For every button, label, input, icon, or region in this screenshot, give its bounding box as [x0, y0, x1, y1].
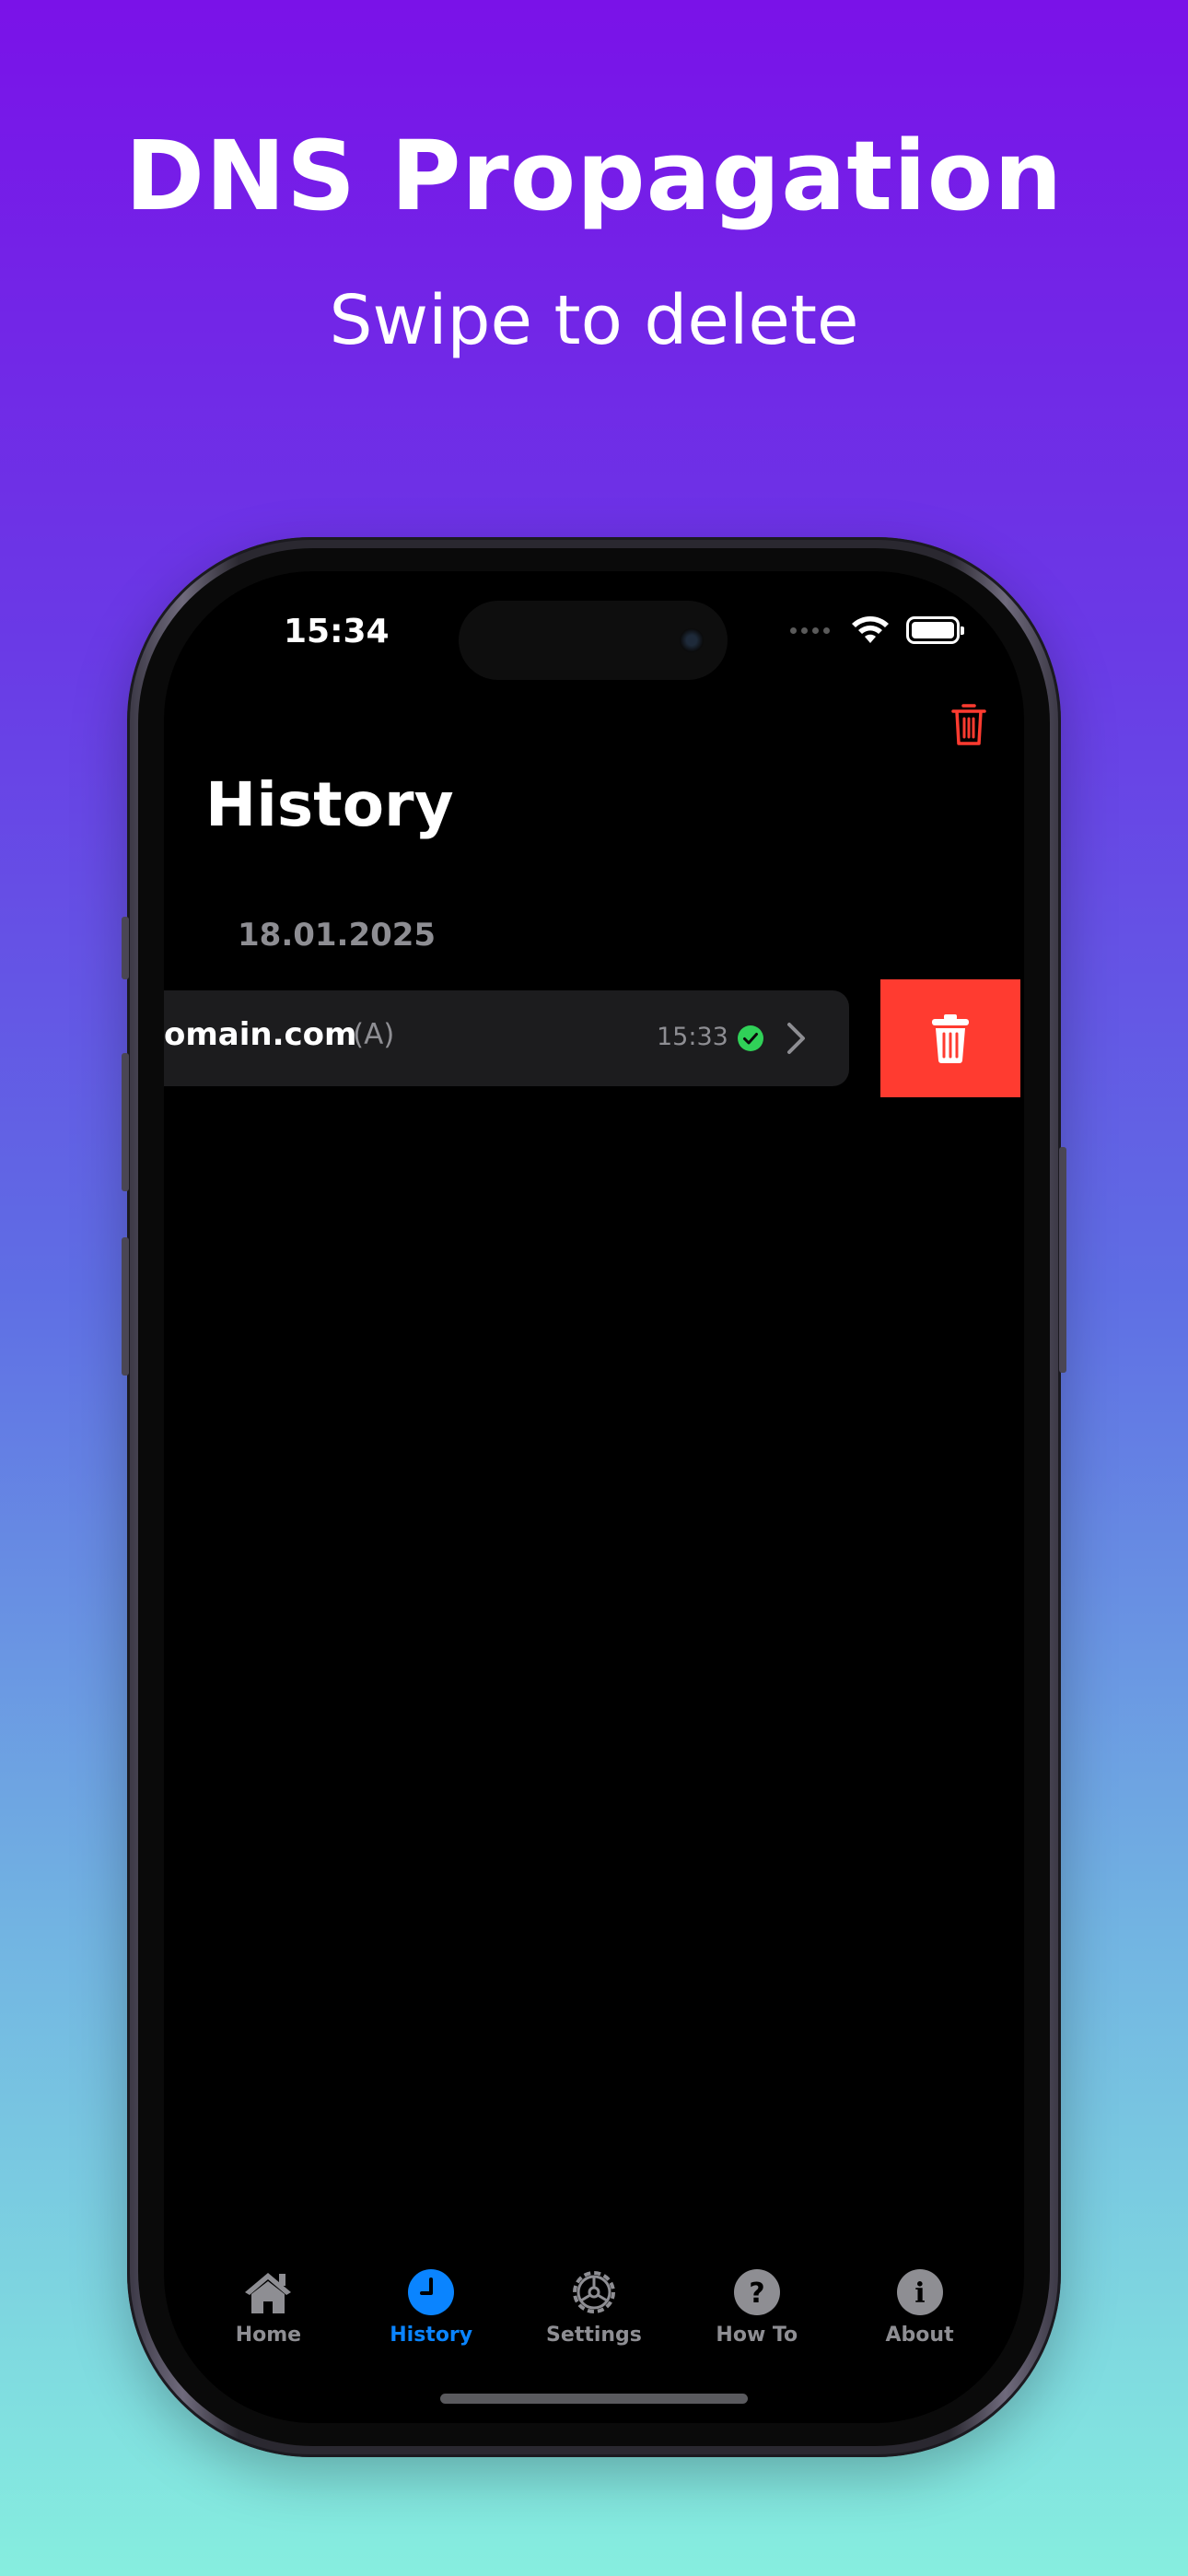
question-icon: ? [731, 2266, 783, 2318]
trash-icon[interactable] [950, 702, 987, 748]
tab-label: Settings [546, 2324, 642, 2347]
row-record-type: (A) [353, 1018, 395, 1051]
tab-home[interactable]: Home [199, 2266, 337, 2368]
promo-subheadline: Swipe to delete [329, 281, 859, 360]
volume-down-button [122, 1237, 129, 1376]
gear-icon [568, 2266, 620, 2318]
camera-icon [680, 628, 704, 652]
battery-icon [906, 616, 964, 644]
svg-text:?: ? [749, 2277, 764, 2310]
info-icon: i [894, 2266, 946, 2318]
chevron-right-icon [787, 1023, 805, 1054]
trash-fill-icon [932, 1014, 969, 1063]
tab-how-to[interactable]: ? How To [688, 2266, 826, 2368]
history-row[interactable]: omain.com (A) 15:33 [164, 990, 849, 1086]
swipe-delete-button[interactable] [880, 979, 1020, 1097]
tab-settings[interactable]: Settings [525, 2266, 663, 2368]
row-time: 15:33 [657, 1023, 728, 1051]
wifi-icon [852, 616, 889, 643]
tab-label: About [885, 2324, 954, 2347]
promo-headline: DNS Propagation [124, 120, 1064, 232]
tab-bar: Home History Settings ? How To i About [164, 2266, 1024, 2368]
check-circle-icon [738, 1025, 763, 1051]
cellular-signal-icon [790, 626, 834, 634]
page-title: History [205, 769, 454, 840]
action-button [122, 917, 129, 979]
home-indicator[interactable] [440, 2394, 748, 2404]
svg-text:i: i [914, 2277, 925, 2310]
clock-icon [405, 2266, 457, 2318]
tab-history[interactable]: History [362, 2266, 500, 2368]
tab-about[interactable]: i About [851, 2266, 989, 2368]
tab-label: How To [716, 2324, 798, 2347]
app-screen: 15:34 History 18.01.2025 omain.com (A) 1… [164, 571, 1024, 2423]
row-domain: omain.com [164, 1016, 357, 1053]
tab-label: Home [235, 2324, 302, 2347]
tab-label: History [390, 2324, 473, 2347]
dynamic-island [459, 601, 728, 680]
power-button [1059, 1147, 1066, 1373]
volume-up-button [122, 1053, 129, 1191]
status-indicators [790, 615, 964, 645]
house-icon [242, 2266, 294, 2318]
section-header-date: 18.01.2025 [238, 917, 437, 954]
status-time: 15:34 [284, 613, 390, 650]
